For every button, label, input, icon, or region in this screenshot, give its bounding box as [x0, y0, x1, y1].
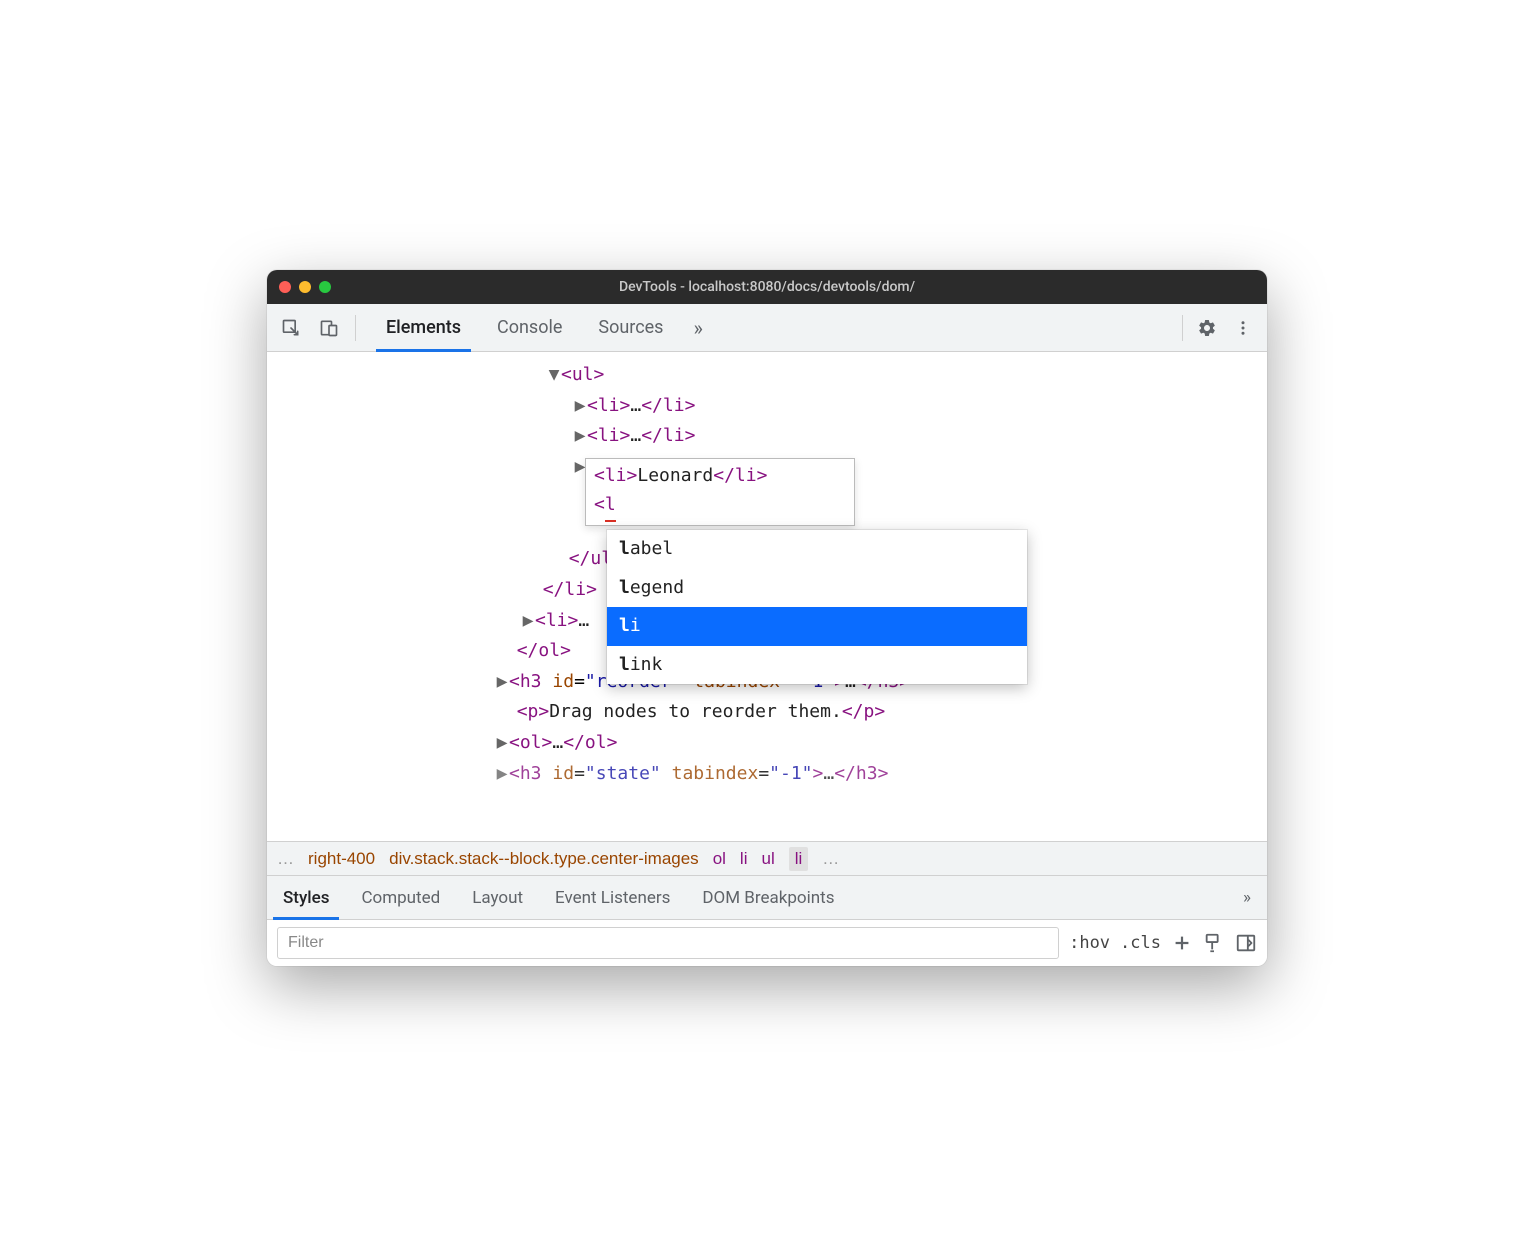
- autocomplete-item[interactable]: link: [607, 646, 1027, 685]
- inspect-element-icon[interactable]: [275, 312, 307, 344]
- breadcrumb-item[interactable]: right-400: [308, 849, 375, 869]
- sidebar-tabs: Styles Computed Layout Event Listeners D…: [267, 876, 1267, 920]
- dom-node[interactable]: ▶<ol>…</ol>: [267, 728, 1267, 759]
- autocomplete-item-selected[interactable]: li: [607, 607, 1027, 646]
- edit-line-partial[interactable]: <l: [594, 491, 846, 522]
- autocomplete-item[interactable]: label: [607, 530, 1027, 569]
- breadcrumb-overflow-left[interactable]: …: [277, 849, 294, 869]
- more-sidebar-tabs[interactable]: »: [1227, 876, 1267, 919]
- devtools-window: DevTools - localhost:8080/docs/devtools/…: [267, 270, 1267, 966]
- disclosure-triangle-right-icon[interactable]: ▶: [573, 391, 587, 422]
- disclosure-triangle-right-icon[interactable]: ▶: [495, 759, 509, 790]
- dom-node[interactable]: ▶<li>…</li>: [267, 391, 1267, 422]
- breadcrumb-item[interactable]: div.stack.stack--block.type.center-image…: [389, 849, 699, 869]
- disclosure-triangle-right-icon[interactable]: ▶: [521, 606, 535, 637]
- breadcrumb-item-current[interactable]: li: [789, 847, 809, 871]
- tab-computed[interactable]: Computed: [345, 876, 456, 919]
- disclosure-triangle-right-icon[interactable]: ▶: [495, 728, 509, 759]
- disclosure-triangle-right-icon[interactable]: ▶: [573, 421, 587, 452]
- autocomplete-item[interactable]: legend: [607, 569, 1027, 608]
- tab-sources[interactable]: Sources: [580, 304, 681, 351]
- breadcrumb-overflow-right[interactable]: …: [822, 849, 839, 869]
- dom-node[interactable]: ▶<h3 id="state" tabindex="-1">…</h3>: [267, 759, 1267, 790]
- toolbar-right: [1170, 304, 1267, 351]
- breadcrumb-item[interactable]: ol: [713, 849, 726, 869]
- tab-event-listeners[interactable]: Event Listeners: [539, 876, 686, 919]
- toolbar-left: [267, 304, 368, 351]
- computed-panel-toggle-icon[interactable]: [1235, 932, 1257, 954]
- close-window-button[interactable]: [279, 281, 291, 293]
- hov-button[interactable]: :hov: [1069, 933, 1110, 953]
- settings-icon[interactable]: [1191, 312, 1223, 344]
- traffic-lights: [279, 281, 331, 293]
- paint-flash-icon[interactable]: [1203, 932, 1225, 954]
- dom-tree[interactable]: ▼<ul> ▶<li>…</li> ▶<li>…</li> ▶ </ul> </…: [267, 352, 1267, 842]
- titlebar: DevTools - localhost:8080/docs/devtools/…: [267, 270, 1267, 304]
- spacer: [850, 876, 1227, 919]
- dom-node[interactable]: ▶<li>…</li>: [267, 421, 1267, 452]
- disclosure-triangle-down-icon[interactable]: ▼: [547, 360, 561, 391]
- toolbar-separator: [1182, 315, 1183, 341]
- edit-line[interactable]: <li>Leonard</li>: [594, 462, 846, 491]
- filter-input[interactable]: [277, 927, 1059, 959]
- tab-layout[interactable]: Layout: [456, 876, 539, 919]
- tab-elements[interactable]: Elements: [368, 304, 479, 351]
- styles-toolbar: :hov .cls: [267, 920, 1267, 966]
- main-tabs: Elements Console Sources »: [368, 304, 1170, 351]
- breadcrumb-item[interactable]: li: [740, 849, 748, 869]
- dom-node[interactable]: <p>Drag nodes to reorder them.</p>: [267, 697, 1267, 728]
- toolbar-separator: [355, 315, 356, 341]
- breadcrumb-item[interactable]: ul: [761, 849, 774, 869]
- tab-dom-breakpoints[interactable]: DOM Breakpoints: [686, 876, 850, 919]
- new-style-rule-icon[interactable]: [1171, 932, 1193, 954]
- edit-as-html-box[interactable]: <li>Leonard</li> <l: [585, 458, 855, 526]
- more-tabs-button[interactable]: »: [681, 304, 714, 351]
- dom-breadcrumb: … right-400 div.stack.stack--block.type.…: [267, 842, 1267, 876]
- device-toolbar-icon[interactable]: [313, 312, 345, 344]
- autocomplete-popup: label legend li link: [607, 530, 1027, 684]
- disclosure-triangle-right-icon[interactable]: ▶: [495, 667, 509, 698]
- kebab-menu-icon[interactable]: [1227, 312, 1259, 344]
- cls-button[interactable]: .cls: [1120, 933, 1161, 953]
- zoom-window-button[interactable]: [319, 281, 331, 293]
- main-toolbar: Elements Console Sources »: [267, 304, 1267, 352]
- window-title: DevTools - localhost:8080/docs/devtools/…: [619, 279, 915, 295]
- minimize-window-button[interactable]: [299, 281, 311, 293]
- dom-node[interactable]: ▼<ul>: [267, 360, 1267, 391]
- tab-styles[interactable]: Styles: [267, 876, 345, 919]
- tab-console[interactable]: Console: [479, 304, 580, 351]
